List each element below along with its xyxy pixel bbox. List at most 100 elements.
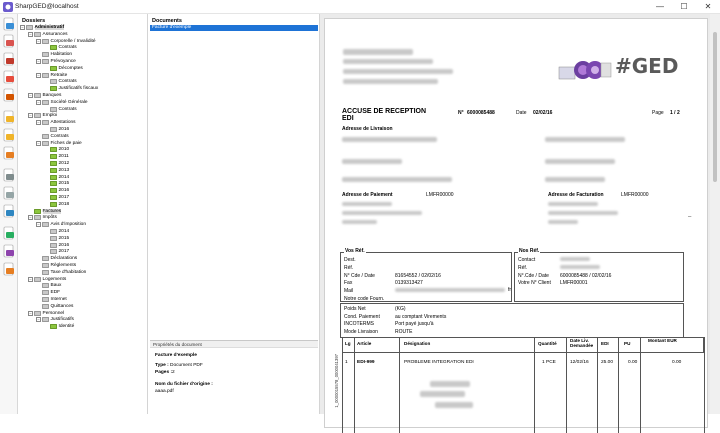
tree-node-label: Baux (50, 283, 62, 289)
table-column-divider (566, 337, 567, 433)
minimize-button[interactable]: — (648, 0, 672, 14)
tree-node-label: Impôts (42, 215, 57, 221)
add-pdf-icon[interactable] (2, 52, 16, 66)
redacted-text (560, 257, 590, 261)
expand-toggle-icon[interactable]: − (28, 215, 33, 221)
tree-node-label: Contrats (58, 106, 77, 112)
tree-node-label: 2010 (58, 147, 70, 153)
redacted-text (560, 265, 600, 269)
new-folder-icon[interactable] (2, 110, 16, 124)
expand-toggle-icon[interactable]: − (36, 72, 41, 78)
expand-toggle-icon[interactable]: − (28, 310, 33, 316)
vos-ref-field-label: Dest. (344, 257, 356, 263)
nos-ref-field-value: 6000085488 / 02/02/16 (560, 272, 612, 279)
table-column-divider (618, 337, 619, 433)
tree-node-label: 2016 (58, 188, 70, 194)
redacted-text (430, 381, 470, 387)
ged-logo-image (558, 61, 612, 80)
table-cell: 1 PCE (542, 360, 556, 365)
expand-toggle-icon[interactable]: − (36, 317, 41, 323)
export-icon[interactable] (2, 204, 16, 218)
viewer-scrollbar[interactable] (710, 14, 720, 414)
tree-node-label: 2012 (58, 161, 70, 166)
vos-ref-field-label: Réf. (344, 264, 354, 271)
folder-icon (34, 208, 41, 214)
settings-icon[interactable] (2, 226, 16, 240)
print-icon[interactable] (2, 168, 16, 182)
table-column-header: EDI (601, 341, 609, 346)
tree-node-label: Quittances (50, 303, 74, 309)
doc-title-2: EDI (342, 115, 354, 122)
folder-icon (50, 86, 57, 92)
expand-toggle-icon[interactable]: − (20, 25, 25, 30)
doc-number-label: N° (458, 110, 464, 116)
expand-toggle-icon[interactable]: − (36, 120, 41, 126)
expand-toggle-icon[interactable]: − (36, 38, 41, 44)
tree-node-label: Règlements (50, 263, 77, 268)
maximize-button[interactable]: ☐ (672, 0, 696, 14)
add-document-icon[interactable] (2, 34, 16, 48)
folder-icon (34, 113, 41, 119)
folder-icon (42, 99, 49, 105)
terms-field-value: Port payé jusqu'à (395, 321, 434, 327)
tree-node-label: 2017 (58, 195, 70, 200)
scanner-icon[interactable] (2, 186, 16, 200)
table-column-header: Lg (345, 341, 351, 346)
scrollbar-thumb[interactable] (713, 32, 717, 182)
edit-pdf-icon[interactable] (2, 88, 16, 102)
tree-node-label: 2014 (58, 174, 70, 180)
tree-node-label: 2013 (58, 167, 70, 173)
vos-ref-field-label: Fax (344, 280, 353, 287)
folder-icon (42, 120, 49, 126)
table-column-header: Désignation (404, 341, 431, 346)
document-item-selected[interactable]: Facture d'exemple (150, 25, 318, 31)
folder-tree-panel: Dossiers − Administratif − Assurances − Corpo… (18, 14, 148, 414)
payment-address-label: Adresse de Paiement (342, 192, 393, 198)
table-column-header: Article (357, 341, 372, 346)
delete-document-icon[interactable] (2, 70, 16, 84)
table-column-divider (704, 337, 705, 433)
expand-toggle-icon[interactable]: − (36, 59, 41, 64)
expand-toggle-icon[interactable]: − (36, 222, 41, 228)
tree-node-label: Société Générale (50, 99, 88, 105)
folder-icon (50, 154, 57, 160)
redacted-text (342, 159, 402, 164)
expand-toggle-icon[interactable]: − (36, 99, 41, 105)
folder-icon (50, 161, 57, 166)
table-column-header: Quantité (538, 341, 557, 346)
redacted-text (342, 137, 437, 142)
side-barcode-text: 1_0000015578_0000041397 (334, 354, 339, 408)
folder-icon (42, 263, 49, 268)
tree-node-label: Contrats (50, 133, 69, 139)
help-icon[interactable] (2, 244, 16, 258)
nos-ref-field-label: N°.Cde / Date (518, 272, 549, 279)
pdf-viewer[interactable]: #GED ACCUSE DE RECEPTION EDI N° 60000854… (320, 14, 720, 433)
tree-node-label: Factures (42, 208, 62, 214)
redacted-text (395, 288, 505, 292)
close-button[interactable]: ✕ (696, 0, 720, 14)
expand-toggle-icon[interactable]: − (28, 276, 33, 282)
document-properties-panel: Propriétés du document Facture d'exemple… (150, 340, 318, 414)
tree-node[interactable]: Identité (44, 323, 74, 330)
folder-icon (42, 256, 49, 262)
left-toolbar (0, 14, 18, 414)
terms-box (340, 303, 684, 338)
expand-toggle-icon[interactable]: − (28, 31, 33, 37)
table-cell: 12/02/16 (570, 360, 589, 365)
vos-ref-label: Vos Réf. (344, 248, 366, 254)
folder-icon (50, 79, 57, 85)
tree-node-label: Justificatifs fiscaux (58, 86, 99, 92)
expand-toggle-icon[interactable]: − (36, 140, 41, 146)
ged-logo-icon[interactable] (2, 17, 16, 31)
expand-toggle-icon[interactable]: − (28, 113, 33, 119)
folder-icon (42, 59, 49, 64)
expand-toggle-icon[interactable]: − (28, 93, 33, 98)
exit-icon[interactable] (2, 262, 16, 276)
delete-folder-icon[interactable] (2, 146, 16, 160)
rename-folder-icon[interactable] (2, 128, 16, 142)
folder-icon (42, 222, 49, 228)
vos-ref-field-label: Mail (344, 288, 354, 295)
billing-address-label: Adresse de Facturation (548, 192, 604, 198)
terms-field-label: Mode Livraison (344, 328, 378, 335)
folder-tree-header: Dossiers (22, 18, 46, 24)
